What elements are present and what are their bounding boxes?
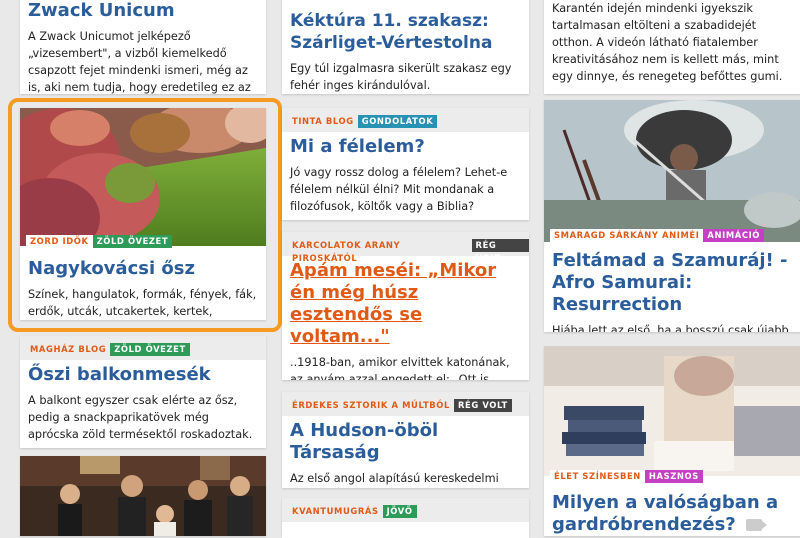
article-image-people[interactable] [20,456,266,536]
article-image-garden[interactable] [20,108,266,246]
tag-row: ÉRDEKES SZTORIK A MÚLTBÓL RÉG VOLT [288,399,512,412]
blog-tag[interactable]: ÉRDEKES SZTORIK A MÚLTBÓL [288,399,454,412]
article-description: Karantén idején mindenki igyekszik tarta… [552,2,783,83]
tag-row: KARCOLATOK ARANY PIROSKÁTÓL RÉG VOLT [288,239,529,263]
article-image-anime[interactable] [544,100,800,242]
article-description: Az első angol alapítású kereskedelmi tár… [290,472,499,485]
article-card-nagykovacsi[interactable]: ZORD IDŐK ZÖLD ÖVEZET Nagykovácsi ősz Sz… [20,108,266,320]
article-description: A balkont egyszer csak elérte az ősz, pe… [28,394,253,441]
article-description: Jó vagy rossz dolog a félelem? Lehet-e f… [290,166,508,213]
card-header: ÉRDEKES SZTORIK A MÚLTBÓL RÉG VOLT [282,392,529,416]
article-title[interactable]: Feltámad a Szamuráj! - Afro Samurai: Res… [552,250,796,316]
article-title[interactable]: Zwack Unicum [28,0,258,22]
article-card-zwack[interactable]: Zwack Unicum A Zwack Unicumot jelképező … [20,0,266,94]
category-tag[interactable]: HASZNOS [644,470,703,483]
article-image-clothes[interactable] [544,346,800,476]
card-header: KVANTUMUGRÁS JÖVŐ [282,498,529,522]
article-description: Színek, hangulatok, formák, fények, fák,… [28,288,257,318]
category-tag[interactable]: GONDOLATOK [357,115,438,128]
article-title[interactable]: Kéktúra 11. szakasz: Szárliget-Vértestol… [290,10,521,54]
tag-row: KVANTUMUGRÁS JÖVŐ [288,505,417,518]
article-card-photo[interactable] [20,456,266,536]
article-description: Hiába lett az első, ha a bosszú csak úja… [552,324,789,332]
article-card-balkon[interactable]: MAGHÁZ BLOG ZÖLD ÖVEZET Őszi balkonmesék… [20,336,266,448]
article-title[interactable]: Milyen a valóságban a gardróbrendezés? [552,492,796,536]
tag-row: MAGHÁZ BLOG ZÖLD ÖVEZET [26,343,190,356]
blog-tag[interactable]: MAGHÁZ BLOG [26,343,110,356]
category-tag[interactable]: RÉG VOLT [471,239,529,263]
card-header: MAGHÁZ BLOG ZÖLD ÖVEZET [20,336,266,360]
article-card-afro[interactable]: SMARAGD SÁRKÁNY ANIMÉI ANIMÁCIÓ Feltámad… [544,100,800,332]
article-card-hudson[interactable]: ÉRDEKES SZTORIK A MÚLTBÓL RÉG VOLT A Hud… [282,392,529,488]
article-card-karanten[interactable]: Karantén idején mindenki igyekszik tarta… [544,0,800,94]
blog-tag[interactable]: ZORD IDŐK [26,235,93,248]
article-card-kvantum[interactable]: KVANTUMUGRÁS JÖVŐ [282,498,529,538]
article-description: ..1918-ban, amikor elvittek katonának, a… [290,356,510,380]
card-header: TINTA BLOG GONDOLATOK [282,108,529,132]
article-description: Egy túl izgalmasra sikerült szakasz egy … [290,62,512,92]
tag-row: ÉLET SZÍNESBEN HASZNOS [550,470,703,483]
article-title-text: Milyen a valóságban a gardróbrendezés? [552,492,779,535]
tag-row: TINTA BLOG GONDOLATOK [288,115,438,128]
category-tag[interactable]: ANIMÁCIÓ [703,229,765,242]
article-title[interactable]: Őszi balkonmesék [28,364,258,386]
category-tag[interactable]: RÉG VOLT [453,399,512,412]
article-card-kektura[interactable]: Kéktúra 11. szakasz: Szárliget-Vértestol… [282,0,529,94]
blog-tag[interactable]: KVANTUMUGRÁS [288,505,383,518]
card-header: KARCOLATOK ARANY PIROSKÁTÓL RÉG VOLT [282,232,529,263]
blog-tag[interactable]: KARCOLATOK ARANY PIROSKÁTÓL [288,239,472,263]
article-title[interactable]: Nagykovácsi ősz [28,258,258,280]
tag-row: ZORD IDŐK ZÖLD ÖVEZET [26,235,173,248]
article-title[interactable]: Mi a félelem? [290,136,521,158]
category-tag[interactable]: JÖVŐ [382,505,417,518]
article-card-gardrob[interactable]: ÉLET SZÍNESBEN HASZNOS Milyen a valóságb… [544,346,800,536]
article-card-felelem[interactable]: TINTA BLOG GONDOLATOK Mi a félelem? Jó v… [282,108,529,220]
article-title-link[interactable]: Apám meséi: „Mikor én még húsz esztendős… [290,260,521,348]
blog-tag[interactable]: ÉLET SZÍNESBEN [550,470,645,483]
category-tag[interactable]: ZÖLD ÖVEZET [110,343,190,356]
category-tag[interactable]: ZÖLD ÖVEZET [92,235,173,248]
article-title[interactable]: A Hudson-öböl Társaság [290,420,521,464]
article-description: A Zwack Unicumot jelképező „vizesembert"… [28,30,251,94]
tag-row: SMARAGD SÁRKÁNY ANIMÉI ANIMÁCIÓ [550,229,765,242]
blog-tag[interactable]: SMARAGD SÁRKÁNY ANIMÉI [550,229,704,242]
article-card-apam[interactable]: KARCOLATOK ARANY PIROSKÁTÓL RÉG VOLT Apá… [282,232,529,380]
video-icon [746,519,768,531]
blog-tag[interactable]: TINTA BLOG [288,115,358,128]
